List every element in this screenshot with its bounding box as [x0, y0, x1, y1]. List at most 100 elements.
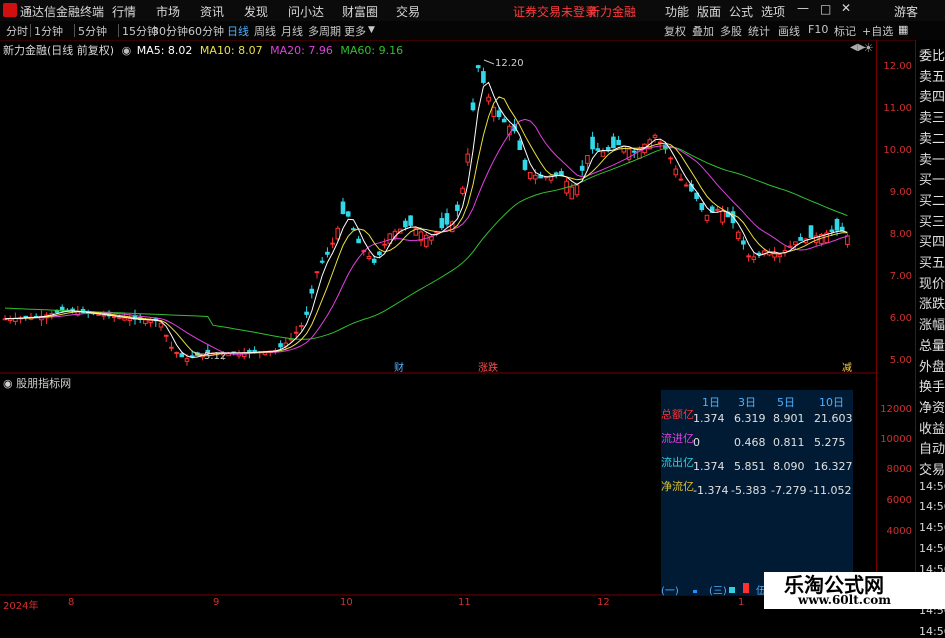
price-tick: 9.00 [889, 187, 912, 198]
sidebar-item: 买一 [919, 173, 945, 189]
close-icon[interactable]: ✕ [841, 1, 851, 15]
stats-cell: 5.851 [734, 460, 766, 473]
candle-body [377, 251, 382, 256]
ma5-value: MA5: 8.02 [136, 44, 193, 57]
period-more-chevron-icon[interactable]: ▼ [368, 25, 375, 35]
toolbar-zixuan[interactable]: +自选 [862, 23, 893, 39]
login-notice[interactable]: 证券交易未登录 [513, 3, 597, 20]
maximize-icon[interactable]: □ [820, 2, 831, 16]
sidebar-item[interactable]: 交易 [919, 459, 945, 478]
sidebar-item[interactable]: 自动 [919, 438, 945, 457]
candle-body [533, 174, 538, 180]
candle-body [475, 65, 481, 69]
app-title: 通达信金融终端 [20, 5, 105, 19]
menu-item-xuanxiang[interactable]: 选项 [761, 3, 785, 20]
period-30min[interactable]: 30分钟 [152, 23, 188, 39]
menu-item-shichang[interactable]: 市场 [156, 3, 180, 20]
period-toolbar: 分时 1分钟 5分钟 15分钟 30分钟 60分钟 日线 周线 月线 多周期 更… [0, 21, 945, 41]
toolbar-huaxian[interactable]: 画线 [778, 23, 800, 39]
candle-body [829, 229, 835, 233]
menu-item-wenxiaoda[interactable]: 问小达 [288, 3, 324, 20]
chart-zoom-icon[interactable]: ☀ [863, 41, 874, 55]
candle-body [408, 215, 413, 226]
candle-body [148, 319, 153, 323]
stats-cell: -11.052 [809, 484, 852, 497]
candle-body [527, 171, 533, 179]
candle-body [455, 204, 460, 211]
period-more[interactable]: 更多 [344, 23, 366, 39]
stats-cell: 0.811 [773, 436, 805, 449]
period-60min[interactable]: 60分钟 [188, 23, 224, 39]
stats-tab-2[interactable]: (三) [709, 582, 727, 597]
sidebar-item: 卖五 [919, 69, 945, 85]
stats-tab-1[interactable]: (一) [661, 582, 679, 597]
subchart-header: ◉ 股朋指标网 [3, 375, 71, 391]
watermark: 乐淘公式网 www.60lt.com [764, 572, 945, 609]
minimize-icon[interactable]: — [797, 1, 809, 15]
toolbar-duogu[interactable]: 多股 [720, 23, 742, 39]
candle-body [330, 242, 335, 245]
candle-body [678, 178, 684, 181]
sidebar-item: 总量 [919, 338, 945, 354]
period-multi[interactable]: 多周期 [308, 23, 341, 39]
candle-body [325, 251, 330, 255]
ma60-value: MA60: 9.16 [340, 44, 404, 57]
candle-body [699, 203, 705, 211]
stats-label-outflow: 流出亿 [661, 456, 694, 469]
menu-item-guest[interactable]: 游客 [894, 3, 918, 20]
sidebar-item: 买三 [919, 214, 945, 230]
time-axis: 2024年 8 9 10 11 12 1 [0, 597, 876, 612]
sidebar-item: 卖二 [919, 131, 945, 147]
candle-body [574, 184, 580, 196]
candle-body [127, 318, 133, 322]
sidebar-item: 净资 [919, 400, 945, 416]
toolbar-f10[interactable]: F10 [808, 23, 828, 36]
stats-cell: -1.374 [693, 484, 729, 497]
toolbar-grid-icon[interactable]: ▦ [898, 23, 908, 36]
event-tag-jian[interactable]: 减 [842, 359, 852, 374]
candle-body [111, 316, 117, 319]
toolbar-fuquan[interactable]: 复权 [664, 23, 686, 39]
period-daily[interactable]: 日线 [227, 23, 249, 39]
candle-body [522, 159, 528, 170]
toolbar-diejia[interactable]: 叠加 [692, 23, 714, 39]
candle-body [371, 258, 377, 263]
event-tag-cai[interactable]: 财 [394, 359, 404, 374]
toolbar-tongji[interactable]: 统计 [748, 23, 770, 39]
menu-item-caifuquan[interactable]: 财富圈 [342, 3, 378, 20]
candle-body [631, 150, 637, 153]
period-5min[interactable]: 5分钟 [78, 23, 107, 39]
stats-cell: 8.901 [773, 412, 805, 425]
menu-item-jiaoyi[interactable]: 交易 [396, 3, 420, 20]
menu-item-banmian[interactable]: 版面 [697, 3, 721, 20]
sidebar-item: 14:56 [919, 521, 945, 535]
candle-body [117, 316, 122, 319]
candle-body [657, 141, 663, 144]
menu-item-zixun[interactable]: 资讯 [200, 3, 224, 20]
stock-name-title: 新力金融 [588, 5, 637, 19]
menu-item-faxian[interactable]: 发现 [244, 3, 268, 20]
period-1min[interactable]: 1分钟 [34, 23, 63, 39]
candle-body [278, 343, 283, 348]
period-monthly[interactable]: 月线 [281, 23, 303, 39]
price-tick: 12.00 [883, 61, 912, 72]
low-price-label: 5.12 [204, 351, 227, 362]
high-price-label: 12.20 [495, 58, 524, 69]
candle-body [746, 255, 751, 258]
menu-item-hangqing[interactable]: 行情 [112, 3, 136, 20]
subchart-settings-icon[interactable]: ◉ [3, 377, 13, 390]
candle-body [345, 211, 351, 217]
period-fenshi[interactable]: 分时 [6, 23, 28, 39]
ma-settings-icon[interactable]: ◉ [122, 44, 132, 57]
price-tick: 11.00 [883, 103, 912, 114]
sidebar-item: 14:56 [919, 479, 945, 493]
price-tick: 7.00 [889, 271, 912, 282]
menu-item-gongshi[interactable]: 公式 [729, 3, 753, 20]
event-tag-zhangdie[interactable]: 涨跌 [478, 359, 498, 374]
candle-body [169, 346, 174, 349]
candle-body [444, 213, 450, 225]
period-weekly[interactable]: 周线 [254, 23, 276, 39]
menu-item-gongneng[interactable]: 功能 [665, 3, 689, 20]
price-tick: 5.00 [889, 355, 912, 366]
toolbar-biaoji[interactable]: 标记 [834, 23, 856, 39]
